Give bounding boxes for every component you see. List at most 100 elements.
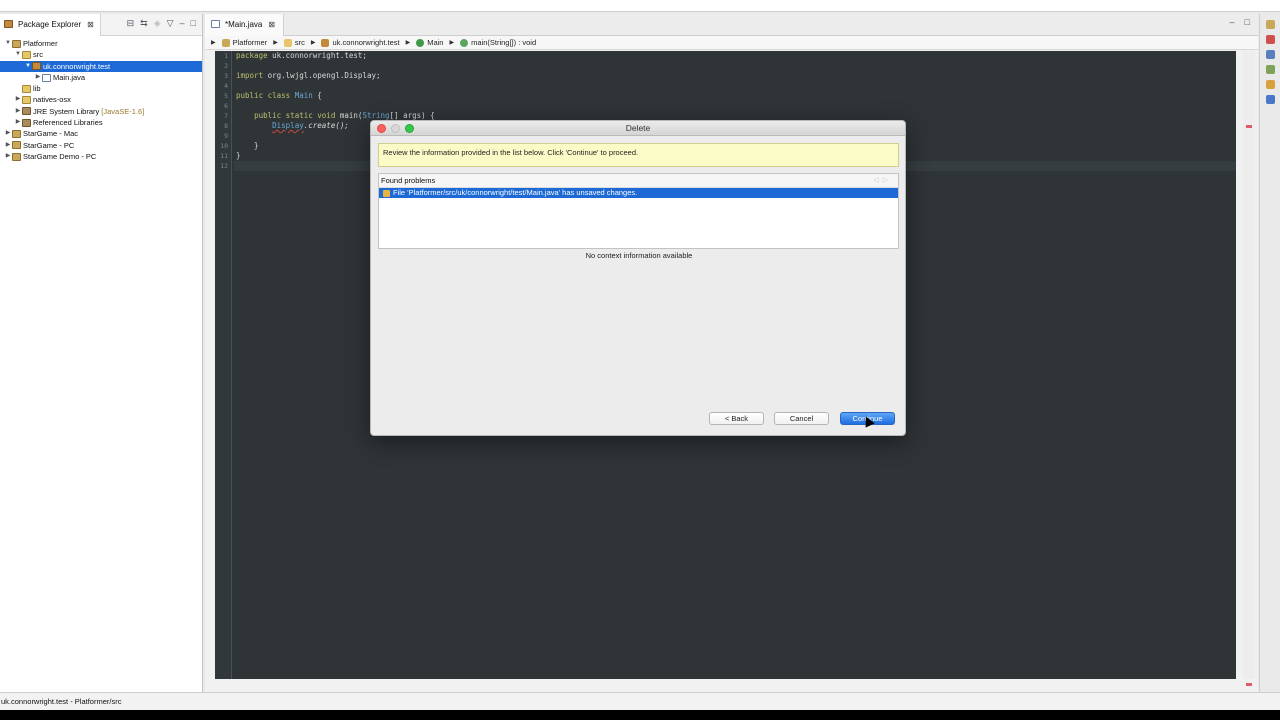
tree-item[interactable]: ▶ StarGame - Mac bbox=[0, 128, 202, 139]
console-icon[interactable] bbox=[1265, 95, 1275, 104]
chevron-right-icon[interactable]: ▶ bbox=[4, 140, 12, 151]
line-number: 4 bbox=[224, 82, 228, 90]
maximize-icon[interactable]: □ bbox=[191, 18, 196, 29]
breadcrumb-label: uk.connorwright.test bbox=[332, 37, 400, 47]
chevron-right-icon[interactable]: ▶ bbox=[311, 39, 316, 46]
tab-main-java[interactable]: *Main.java ⊠ bbox=[205, 14, 285, 36]
tree-item[interactable]: ▼ Platformer bbox=[0, 38, 202, 49]
chevron-down-icon[interactable]: ▼ bbox=[24, 61, 32, 72]
tasks-icon[interactable] bbox=[1265, 80, 1275, 89]
line-number: 7 bbox=[224, 112, 228, 120]
tree-item[interactable]: ▼ src bbox=[0, 49, 202, 60]
tree-item[interactable]: ▶ Main.java bbox=[0, 72, 202, 83]
cancel-button[interactable]: Cancel bbox=[774, 412, 829, 425]
link-editor-icon[interactable]: ⇆ bbox=[140, 18, 148, 29]
javadoc-icon[interactable] bbox=[1265, 50, 1275, 59]
view-menu-icon[interactable]: ▽ bbox=[167, 18, 174, 29]
chevron-right-icon[interactable]: ▶ bbox=[211, 39, 216, 46]
tree-item-label: StarGame - Mac bbox=[23, 129, 79, 139]
error-marker[interactable] bbox=[1246, 125, 1252, 128]
zoom-window-icon[interactable] bbox=[405, 124, 414, 133]
eclipse-window: Package Explorer ⊠ ⊟ ⇆ ◈ ▽ – □ ▼ Platform… bbox=[0, 0, 1280, 720]
explorer-toolbar: ⊟ ⇆ ◈ ▽ – □ bbox=[127, 18, 196, 29]
line-number: 3 bbox=[224, 72, 228, 80]
project-icon bbox=[12, 130, 21, 139]
chevron-right-icon[interactable]: ▶ bbox=[14, 117, 22, 128]
chevron-right-icon[interactable]: ▶ bbox=[4, 128, 12, 139]
problems-icon[interactable] bbox=[1265, 35, 1275, 44]
breadcrumb-label: main(String[]) : void bbox=[471, 37, 537, 47]
breadcrumb: ▶ Platformer ▶ src ▶ uk.connorwright.tes… bbox=[205, 36, 1258, 50]
library-icon bbox=[22, 107, 31, 116]
tree-item[interactable]: lib bbox=[0, 83, 202, 94]
package-explorer: Package Explorer ⊠ ⊟ ⇆ ◈ ▽ – □ ▼ Platform… bbox=[0, 14, 203, 692]
keyword: public class bbox=[236, 91, 291, 100]
collapse-all-icon[interactable]: ⊟ bbox=[127, 18, 135, 29]
minimize-icon[interactable]: – bbox=[180, 18, 185, 29]
minimize-icon[interactable]: – bbox=[1230, 17, 1235, 27]
class-name-error: Display bbox=[272, 121, 304, 130]
line-number: 1 bbox=[224, 52, 228, 60]
overview-ruler[interactable] bbox=[1243, 51, 1255, 686]
maximize-icon[interactable]: □ bbox=[1245, 17, 1250, 27]
outline-icon[interactable] bbox=[1265, 20, 1275, 29]
explorer-tabbar: Package Explorer ⊠ ⊟ ⇆ ◈ ▽ – □ bbox=[0, 14, 202, 36]
project-icon bbox=[12, 39, 21, 48]
breadcrumb-label: Main bbox=[427, 37, 444, 47]
tree-item[interactable]: ▶ StarGame - PC bbox=[0, 140, 202, 151]
problem-text: File 'Platformer/src/uk/connorwright/tes… bbox=[393, 188, 638, 197]
keyword: package bbox=[236, 51, 268, 60]
tab-package-explorer[interactable]: Package Explorer ⊠ bbox=[0, 14, 101, 36]
close-window-icon[interactable] bbox=[377, 124, 386, 133]
tree-item[interactable]: ▼ uk.connorwright.test bbox=[0, 60, 202, 72]
delete-dialog: Delete Review the information provided i… bbox=[370, 120, 906, 436]
code-token: { bbox=[312, 91, 322, 100]
tree-item[interactable]: ▶ Referenced Libraries bbox=[0, 117, 202, 128]
package-icon bbox=[32, 62, 41, 71]
package-explorer-icon bbox=[4, 20, 13, 28]
error-marker[interactable] bbox=[1246, 683, 1252, 686]
code-token: org.lwjgl.opengl.Display; bbox=[263, 71, 381, 80]
chevron-right-icon[interactable]: ▶ bbox=[449, 39, 454, 46]
project-icon bbox=[12, 152, 21, 161]
dialog-titlebar: Delete bbox=[371, 121, 905, 136]
code-line: import org.lwjgl.opengl.Display; bbox=[233, 71, 1236, 81]
tree-item[interactable]: ▶ natives-osx bbox=[0, 94, 202, 105]
declaration-icon[interactable] bbox=[1265, 65, 1275, 74]
chevron-down-icon[interactable]: ▼ bbox=[14, 49, 22, 60]
filter-icon[interactable]: ◈ bbox=[154, 18, 161, 29]
close-icon[interactable]: ⊠ bbox=[268, 20, 275, 36]
keyword: import bbox=[236, 71, 264, 80]
folder-icon bbox=[283, 39, 292, 47]
problem-item[interactable]: File 'Platformer/src/uk/connorwright/tes… bbox=[379, 188, 898, 198]
method-icon bbox=[460, 39, 469, 47]
editor-window-buttons: – □ bbox=[1230, 17, 1250, 27]
chevron-right-icon[interactable]: ▶ bbox=[34, 72, 42, 83]
tree-item-label: src bbox=[33, 50, 43, 60]
class-name: Main bbox=[290, 91, 313, 100]
chevron-right-icon[interactable]: ▶ bbox=[4, 151, 12, 162]
tab-main-java-label: *Main.java bbox=[225, 20, 263, 29]
breadcrumb-item-project[interactable]: Platformer bbox=[221, 37, 268, 47]
chevron-right-icon[interactable]: ▶ bbox=[406, 39, 411, 46]
code-token: [] args) { bbox=[389, 111, 435, 120]
breadcrumb-item-src[interactable]: src bbox=[283, 38, 305, 47]
breadcrumb-item-package[interactable]: uk.connorwright.test bbox=[321, 37, 400, 47]
chevron-down-icon[interactable]: ▼ bbox=[4, 38, 12, 49]
chevron-right-icon[interactable]: ▶ bbox=[14, 106, 22, 117]
breadcrumb-item-class[interactable]: Main bbox=[416, 38, 443, 47]
chevron-right-icon[interactable]: ▶ bbox=[273, 39, 278, 46]
breadcrumb-label: Platformer bbox=[232, 37, 268, 47]
tree-item[interactable]: ▶ JRE System Library [JavaSE-1.6] bbox=[0, 106, 202, 117]
problems-list[interactable]: Found problems ◁▷ File 'Platformer/src/u… bbox=[378, 173, 899, 249]
status-text: uk.connorwright.test - Platformer/src bbox=[1, 697, 122, 706]
window-controls bbox=[377, 124, 414, 133]
breadcrumb-item-method[interactable]: main(String[]) : void bbox=[460, 38, 536, 47]
chevron-right-icon[interactable]: ▶ bbox=[14, 94, 22, 105]
close-icon[interactable]: ⊠ bbox=[87, 20, 94, 29]
back-button[interactable]: < Back bbox=[709, 412, 764, 425]
tree-item[interactable]: ▶ StarGame Demo - PC bbox=[0, 151, 202, 162]
status-bar: uk.connorwright.test - Platformer/src bbox=[0, 692, 1280, 710]
